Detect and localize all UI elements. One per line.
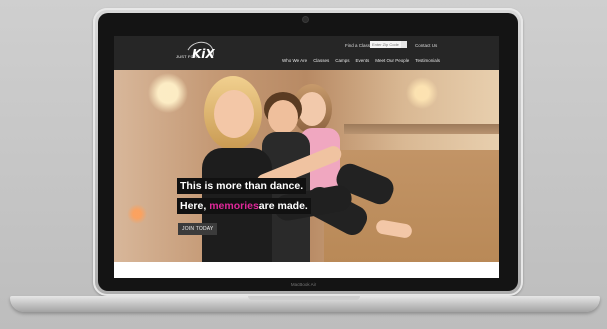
logo-mark: KiX bbox=[192, 47, 215, 61]
nav-item-who-we-are[interactable]: Who We Are bbox=[282, 58, 307, 63]
find-class-label: Find a Class bbox=[345, 43, 371, 48]
nav-item-events[interactable]: Events bbox=[355, 58, 369, 63]
webcam-icon bbox=[303, 17, 308, 22]
join-today-button[interactable]: JOIN TODAY bbox=[178, 223, 218, 235]
hero-headline-accent: memories bbox=[209, 200, 259, 212]
nav-item-meet-our-people[interactable]: Meet Our People bbox=[375, 58, 409, 63]
site-logo[interactable]: JUST FOR KiX bbox=[176, 37, 218, 71]
laptop-hinge-notch bbox=[248, 296, 360, 300]
nav-item-testimonials[interactable]: Testimonials bbox=[415, 58, 440, 63]
laptop-model-label: MacBook Air bbox=[290, 282, 317, 287]
hero-headline-line-1: This is more than dance. bbox=[177, 178, 307, 194]
photo-girl-right-face bbox=[298, 92, 326, 126]
photo-boy-face bbox=[268, 100, 298, 134]
hero-headline: This is more than dance. Here, memoriesa… bbox=[177, 176, 311, 214]
main-nav: Who We Are Classes Camps Events Meet Our… bbox=[282, 58, 446, 63]
hero-banner: This is more than dance. Here, memoriesa… bbox=[114, 70, 499, 262]
zip-search-button[interactable] bbox=[401, 41, 407, 48]
hero-headline-line-2-end: are made. bbox=[258, 200, 308, 212]
contact-us-link[interactable]: Contact Us bbox=[415, 43, 437, 48]
zip-code-input[interactable] bbox=[370, 41, 402, 48]
hero-headline-line-2-start: Here, bbox=[180, 200, 210, 212]
site-header: JUST FOR KiX Find a Class Contact Us Who… bbox=[114, 36, 499, 71]
scene: JUST FOR KiX Find a Class Contact Us Who… bbox=[0, 0, 607, 329]
photo-girl-left-face bbox=[214, 90, 254, 138]
studio-wall-rail bbox=[344, 124, 499, 134]
nav-item-camps[interactable]: Camps bbox=[335, 58, 349, 63]
website-screen: JUST FOR KiX Find a Class Contact Us Who… bbox=[114, 36, 499, 278]
nav-item-classes[interactable]: Classes bbox=[313, 58, 329, 63]
hero-headline-line-2: Here, memoriesare made. bbox=[177, 198, 311, 214]
